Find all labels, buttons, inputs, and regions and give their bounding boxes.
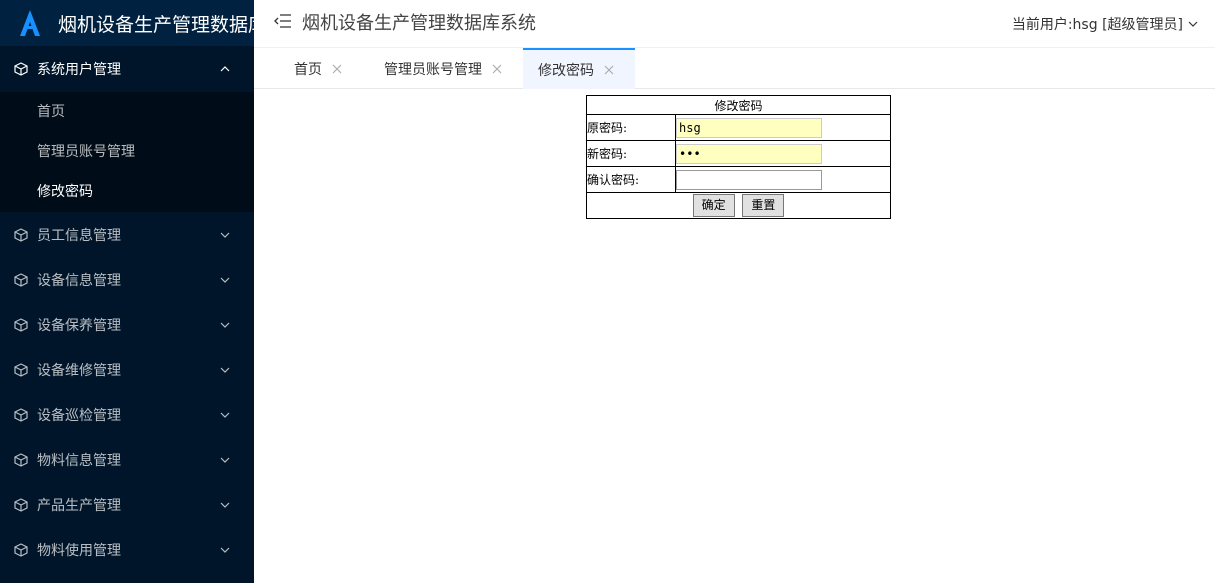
confirm-password-field[interactable] bbox=[676, 169, 822, 190]
menu-group-equipment-inspection[interactable]: 设备巡检管理 bbox=[0, 392, 254, 437]
cube-icon bbox=[14, 317, 28, 332]
confirm-password-label: 确认密码: bbox=[586, 166, 676, 193]
form-caption: 修改密码 bbox=[586, 95, 891, 115]
cube-icon bbox=[14, 272, 28, 287]
chevron-down-icon bbox=[220, 455, 230, 465]
close-icon[interactable] bbox=[492, 64, 502, 74]
menu-group-equipment-info[interactable]: 设备信息管理 bbox=[0, 257, 254, 302]
change-password-form: 修改密码 原密码: 新密码: 确认密码: 确定 重置 bbox=[586, 95, 891, 219]
tab-admin-accounts[interactable]: 管理员账号管理 bbox=[369, 48, 517, 89]
menu-group-label: 员工信息管理 bbox=[37, 227, 121, 244]
menu-group-label: 设备信息管理 bbox=[37, 272, 121, 289]
menu-group-employee-info[interactable]: 员工信息管理 bbox=[0, 212, 254, 257]
submenu-item-home[interactable]: 首页 bbox=[0, 92, 254, 132]
sidebar: 烟机设备生产管理数据库 系统用户管理 首页 管理员账号管理 修改密码 员工信息管… bbox=[0, 0, 254, 583]
menu-group-equipment-repair[interactable]: 设备维修管理 bbox=[0, 347, 254, 392]
old-password-field[interactable] bbox=[676, 117, 822, 138]
cube-icon bbox=[14, 407, 28, 422]
submit-button[interactable]: 确定 bbox=[692, 194, 735, 217]
logo-icon bbox=[18, 10, 42, 36]
close-icon[interactable] bbox=[332, 64, 342, 74]
menu-group-label: 系统用户管理 bbox=[37, 62, 121, 78]
tab-change-password[interactable]: 修改密码 bbox=[523, 48, 635, 89]
form-actions: 确定 重置 bbox=[586, 192, 891, 219]
cube-icon bbox=[14, 542, 28, 557]
submenu-item-change-password[interactable]: 修改密码 bbox=[0, 172, 254, 212]
chevron-down-icon bbox=[220, 365, 230, 375]
submenu-item-admin-accounts[interactable]: 管理员账号管理 bbox=[0, 132, 254, 172]
menu-group-label: 物料使用管理 bbox=[37, 542, 121, 559]
menu-group-material-info[interactable]: 物料信息管理 bbox=[0, 437, 254, 482]
chevron-down-icon bbox=[220, 545, 230, 555]
chevron-down-icon bbox=[220, 320, 230, 330]
cube-icon bbox=[14, 452, 28, 467]
new-password-field[interactable] bbox=[676, 143, 822, 164]
change-password-table: 修改密码 原密码: 新密码: 确认密码: 确定 重置 bbox=[586, 95, 891, 219]
current-user-label: 当前用户:hsg [超级管理员] bbox=[1011, 17, 1183, 33]
chevron-down-icon bbox=[1187, 18, 1199, 30]
menu-group-product-production[interactable]: 产品生产管理 bbox=[0, 482, 254, 527]
menu-group-label: 设备巡检管理 bbox=[37, 407, 121, 424]
tab-label: 修改密码 bbox=[538, 62, 594, 79]
menu-group-system-users[interactable]: 系统用户管理 bbox=[0, 46, 254, 92]
menu-group-label: 设备维修管理 bbox=[37, 362, 121, 379]
tab-label: 管理员账号管理 bbox=[384, 61, 482, 78]
tab-home[interactable]: 首页 bbox=[279, 48, 357, 89]
logo-title: 烟机设备生产管理数据库 bbox=[58, 13, 254, 36]
top-header: 烟机设备生产管理数据库系统 当前用户:hsg [超级管理员] bbox=[254, 0, 1215, 48]
page-title: 烟机设备生产管理数据库系统 bbox=[302, 13, 536, 34]
submenu-system-users: 首页 管理员账号管理 修改密码 bbox=[0, 92, 254, 212]
chevron-down-icon bbox=[220, 410, 230, 420]
new-password-label: 新密码: bbox=[586, 140, 676, 167]
menu-group-label: 产品生产管理 bbox=[37, 497, 121, 514]
cube-icon bbox=[14, 362, 28, 377]
chevron-up-icon bbox=[220, 64, 230, 74]
tab-label: 首页 bbox=[294, 61, 322, 78]
reset-button[interactable]: 重置 bbox=[742, 194, 785, 217]
menu-group-label: 物料信息管理 bbox=[37, 452, 121, 469]
user-menu[interactable]: 当前用户:hsg [超级管理员] bbox=[1012, 14, 1199, 34]
tab-bar: 首页 管理员账号管理 修改密码 bbox=[254, 48, 1215, 89]
menu-group-material-usage[interactable]: 物料使用管理 bbox=[0, 527, 254, 572]
chevron-down-icon bbox=[220, 230, 230, 240]
cube-icon bbox=[14, 227, 28, 242]
cube-icon bbox=[14, 497, 28, 512]
menu-fold-icon[interactable] bbox=[274, 12, 292, 30]
logo-bar: 烟机设备生产管理数据库 bbox=[0, 0, 254, 46]
chevron-down-icon bbox=[220, 500, 230, 510]
menu-group-equipment-maintenance[interactable]: 设备保养管理 bbox=[0, 302, 254, 347]
cube-icon bbox=[14, 62, 28, 76]
old-password-label: 原密码: bbox=[586, 114, 676, 141]
close-icon[interactable] bbox=[604, 65, 614, 75]
chevron-down-icon bbox=[220, 275, 230, 285]
menu-group-label: 设备保养管理 bbox=[37, 317, 121, 334]
